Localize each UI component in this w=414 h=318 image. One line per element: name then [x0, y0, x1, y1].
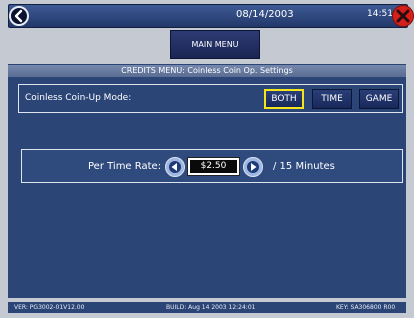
close-x-icon — [396, 9, 410, 23]
close-button[interactable] — [392, 5, 414, 27]
mode-both-button[interactable]: BOTH — [264, 89, 304, 109]
rate-value-field[interactable]: $2.50 — [187, 157, 240, 176]
rate-increase-button[interactable] — [243, 157, 263, 177]
rate-unit: / 15 Minutes — [273, 161, 335, 172]
rate-decrease-button[interactable] — [165, 157, 185, 177]
top-bar — [8, 4, 408, 28]
mode-label: Coinless Coin-Up Mode: — [25, 93, 132, 103]
status-footer: VER: PG3002-01V12.00 BUILD: Aug 14 2003 … — [8, 302, 406, 313]
main-menu-button[interactable]: MAIN MENU — [170, 30, 260, 59]
mode-game-button[interactable]: GAME — [359, 89, 399, 109]
rate-value-text: $2.50 — [190, 160, 237, 173]
build-text: BUILD: Aug 14 2003 12:24:01 — [166, 304, 256, 311]
time-display: 14:51 — [367, 9, 393, 19]
triangle-right-icon — [247, 161, 259, 173]
panel-title: CREDITS MENU: Coinless Coin Op. Settings — [8, 65, 406, 77]
version-text: VER: PG3002-01V12.00 — [14, 304, 85, 311]
screen: 08/14/2003 14:51 MAIN MENU CREDITS MENU:… — [0, 0, 414, 318]
back-button[interactable] — [9, 6, 29, 26]
mode-time-button[interactable]: TIME — [312, 89, 352, 109]
key-text: KEY: SA306800 R00 — [336, 304, 396, 311]
back-arrow-icon — [14, 9, 23, 23]
triangle-left-icon — [169, 161, 181, 173]
date-display: 08/14/2003 — [236, 9, 294, 20]
rate-label: Per Time Rate: — [88, 161, 162, 172]
